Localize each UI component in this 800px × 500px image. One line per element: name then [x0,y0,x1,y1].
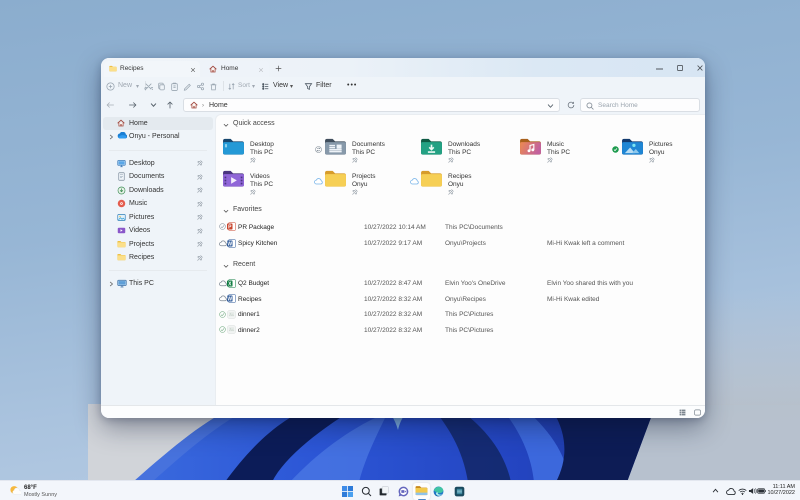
svg-text:W: W [227,241,232,247]
svg-text:W: W [227,296,232,302]
